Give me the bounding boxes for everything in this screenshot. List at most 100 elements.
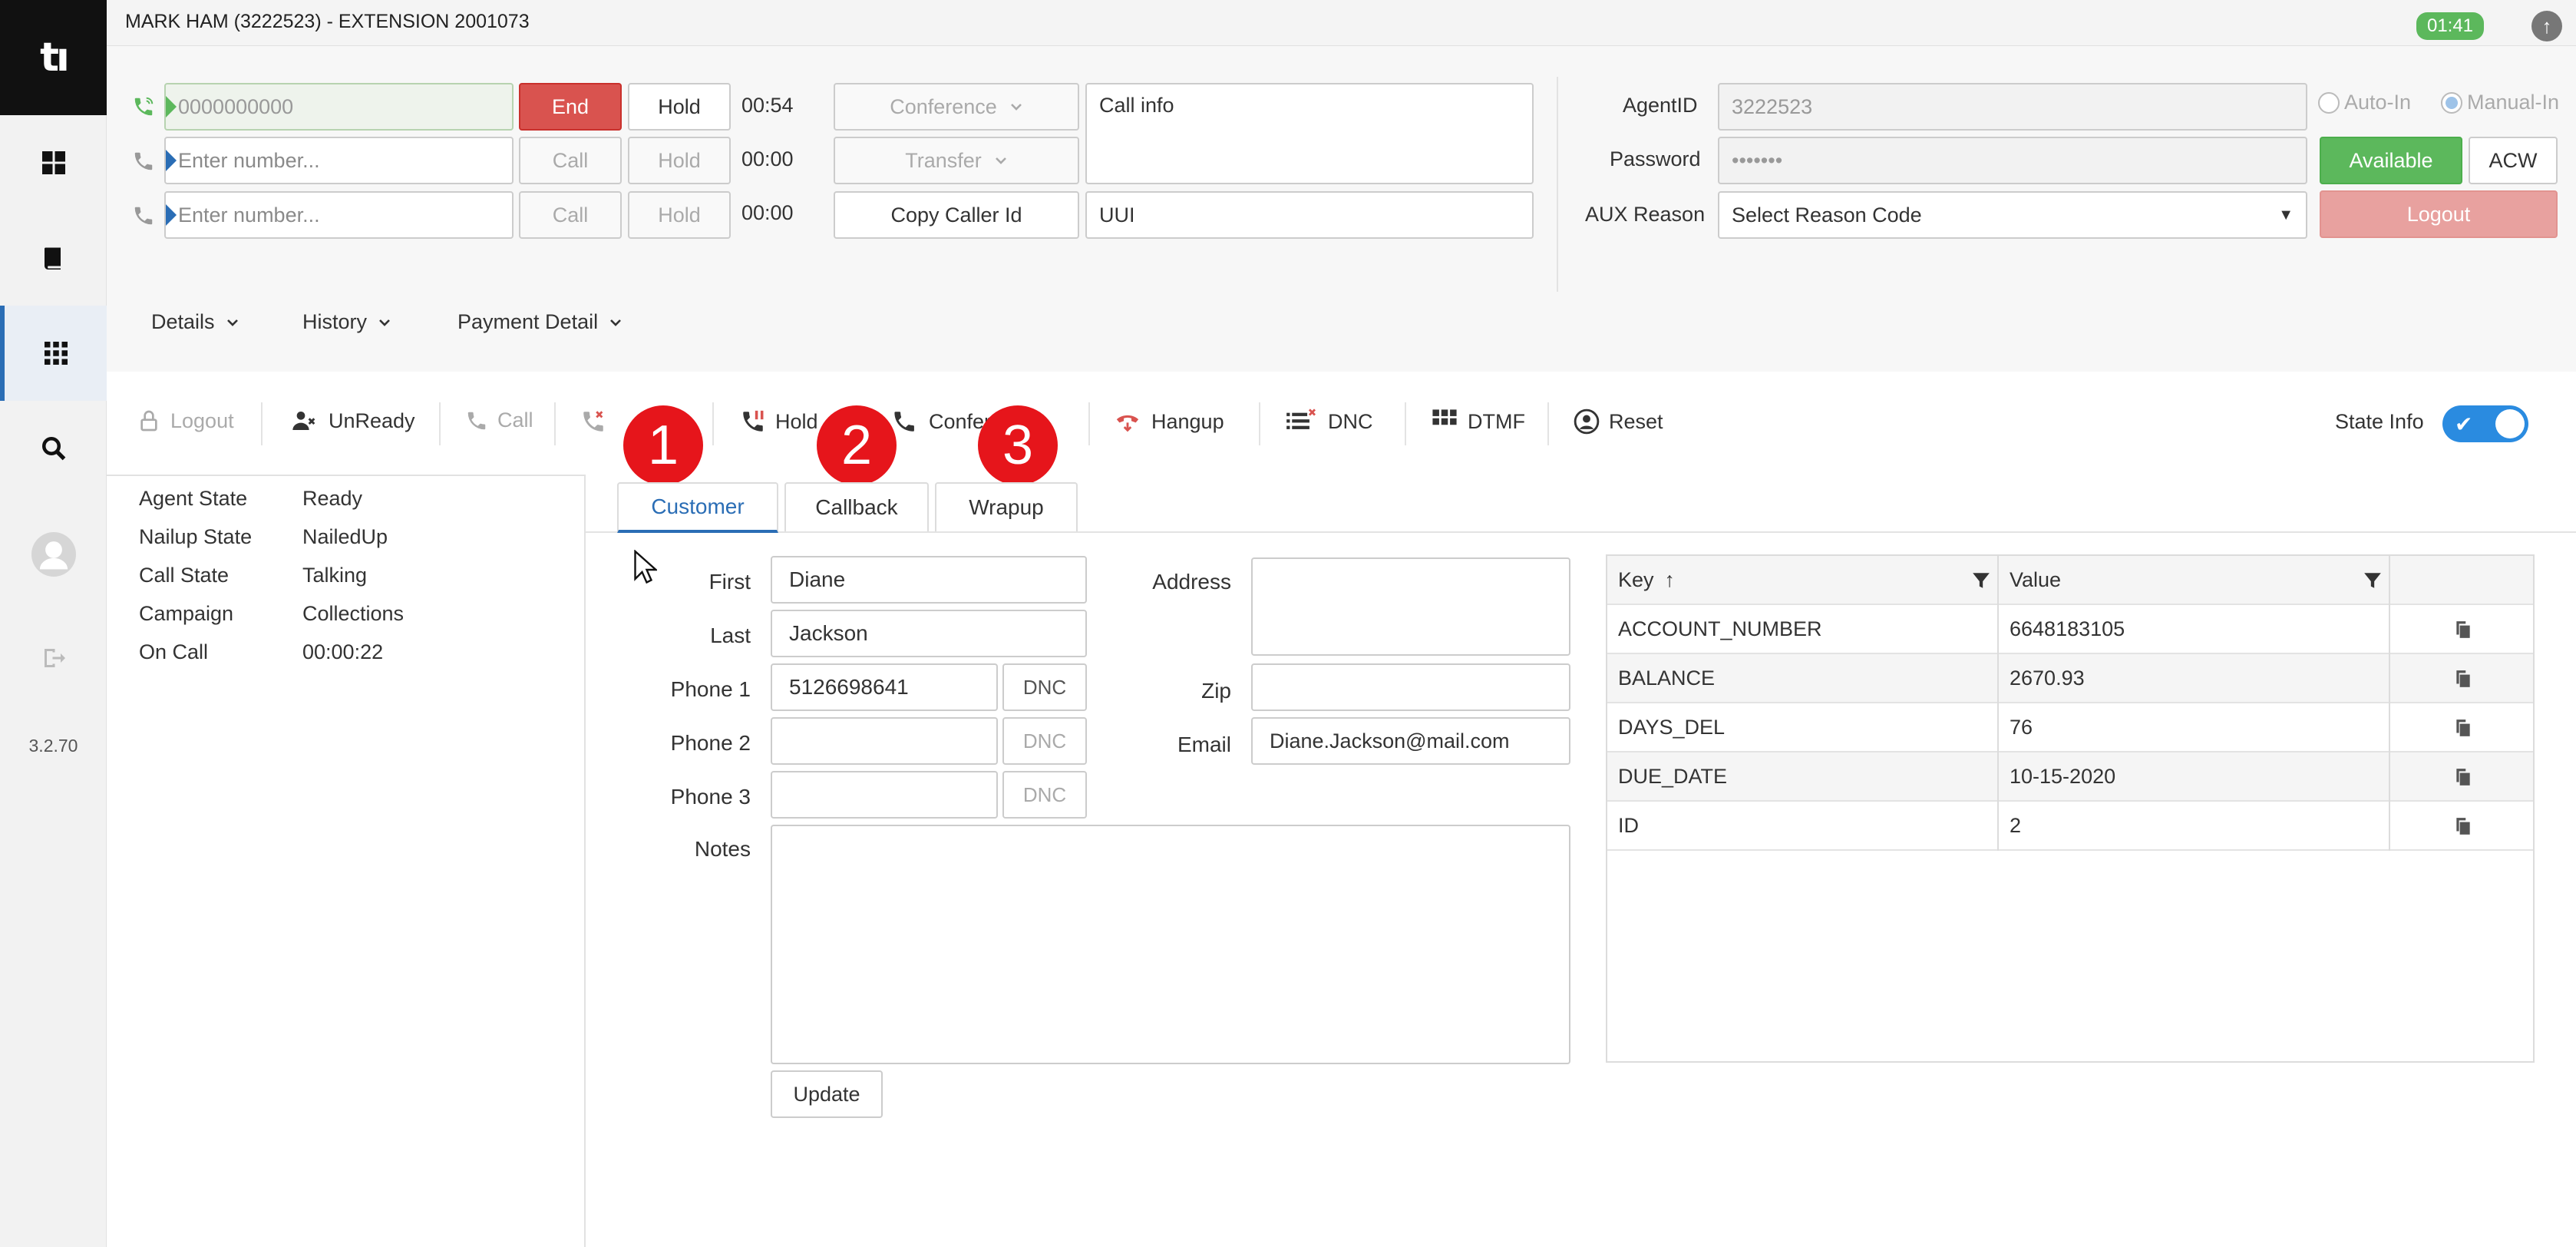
toolbar-call-label: Call <box>497 408 533 432</box>
hangup-label: Hangup <box>1151 409 1224 433</box>
book-icon <box>44 247 61 270</box>
line1-timer: 00:54 <box>741 94 794 117</box>
table-row: BALANCE 2670.93 <box>1607 654 2533 703</box>
conference-dropdown[interactable]: Conference <box>834 83 1079 131</box>
row-key: ID <box>1618 813 1639 837</box>
password-input[interactable]: ••••••• <box>1718 137 2307 184</box>
tab-callback[interactable]: Callback <box>784 482 929 531</box>
line3-call-button[interactable]: Call <box>519 191 622 239</box>
last-name-input[interactable]: Jackson <box>771 610 1087 657</box>
zip-input[interactable] <box>1251 663 1570 711</box>
sort-asc-icon: ↑ <box>1664 567 1676 591</box>
hangup-button[interactable]: Hangup <box>1113 408 1224 435</box>
phone2-input[interactable] <box>771 717 998 765</box>
unready-button[interactable]: UnReady <box>289 408 415 433</box>
acw-button[interactable]: ACW <box>2469 137 2558 184</box>
update-button[interactable]: Update <box>771 1070 883 1118</box>
copy-icon[interactable] <box>2453 717 2473 739</box>
phone-icon <box>134 152 153 170</box>
dnc-toolbar-button[interactable]: DNC <box>1285 408 1373 435</box>
transfer-dropdown[interactable]: Transfer <box>834 137 1079 184</box>
available-button[interactable]: Available <box>2320 137 2462 184</box>
chevron-down-icon <box>1010 104 1022 111</box>
sidebar-book[interactable] <box>0 210 107 306</box>
end-call-button[interactable]: End <box>519 83 622 131</box>
copy-icon[interactable] <box>2453 619 2473 640</box>
chevron-down-icon <box>610 319 622 326</box>
line1-number-input[interactable]: 0000000000 <box>164 83 514 131</box>
toolbar-hold-button[interactable]: Hold <box>740 408 818 435</box>
phone1-input[interactable]: 5126698641 <box>771 663 998 711</box>
line3-number-input[interactable]: Enter number... <box>164 191 514 239</box>
email-input[interactable]: Diane.Jackson@mail.com <box>1251 717 1570 765</box>
state-value-campaign: Collections <box>302 602 405 625</box>
phone1-dnc-button[interactable]: DNC <box>1002 663 1087 711</box>
step-badge-1: 1 <box>623 405 703 485</box>
phone-x-icon <box>583 411 603 432</box>
line2-call-button[interactable]: Call <box>519 137 622 184</box>
chevron-down-icon <box>226 319 238 326</box>
uui-input[interactable]: UUI <box>1085 191 1534 239</box>
table-row: ACCOUNT_NUMBER 6648183105 <box>1607 605 2533 654</box>
chevron-down-icon <box>995 157 1006 164</box>
row-value: 6648183105 <box>2010 617 2125 640</box>
phone3-input[interactable] <box>771 771 998 819</box>
line3-hold-button[interactable]: Hold <box>628 191 731 239</box>
toolbar-logout-button[interactable]: Logout <box>137 408 234 433</box>
line1-hold-button[interactable]: Hold <box>628 83 731 131</box>
dtmf-button[interactable]: DTMF <box>1431 408 1525 435</box>
manual-in-radio[interactable]: Manual-In <box>2441 91 2559 114</box>
phone2-label: Phone 2 <box>670 731 751 755</box>
toolbar-separator <box>439 402 441 445</box>
row-key: DUE_DATE <box>1618 764 1728 788</box>
line2-hold-button[interactable]: Hold <box>628 137 731 184</box>
sidebar-apps[interactable] <box>0 306 107 401</box>
last-label: Last <box>710 624 751 647</box>
history-menu[interactable]: History <box>302 310 391 334</box>
details-menu[interactable]: Details <box>151 310 239 334</box>
line2-number-input[interactable]: Enter number... <box>164 137 514 184</box>
auto-in-radio[interactable]: Auto-In <box>2318 91 2411 114</box>
value-column-header[interactable]: Value <box>1999 556 2389 604</box>
table-row: DUE_DATE 10-15-2020 <box>1607 752 2533 802</box>
copy-icon[interactable] <box>2453 815 2473 837</box>
apps-grid-icon <box>44 342 68 365</box>
toolbar-call-button[interactable]: Call <box>465 408 533 432</box>
collapse-up-icon[interactable]: ↑ <box>2531 11 2562 41</box>
address-textarea[interactable] <box>1251 557 1570 656</box>
sidebar-profile[interactable] <box>0 507 107 602</box>
first-name-input[interactable]: Diane <box>771 556 1087 604</box>
filter-icon[interactable] <box>1971 570 1991 591</box>
filter-icon[interactable] <box>2363 570 2383 591</box>
table-row: DAYS_DEL 76 <box>1607 703 2533 752</box>
copy-icon[interactable] <box>2453 766 2473 788</box>
key-column-header[interactable]: Key ↑ <box>1607 556 1997 604</box>
phone2-dnc-button[interactable]: DNC <box>1002 717 1087 765</box>
reset-button[interactable]: Reset <box>1574 408 1663 435</box>
tab-wrapup[interactable]: Wrapup <box>935 482 1078 531</box>
state-value-on-call: 00:00:22 <box>302 640 384 663</box>
tab-customer[interactable]: Customer <box>617 482 778 533</box>
agent-logout-button[interactable]: Logout <box>2320 190 2558 238</box>
sidebar-search[interactable] <box>0 401 107 496</box>
toggle-knob <box>2495 409 2525 438</box>
zip-label: Zip <box>1201 679 1231 703</box>
payment-detail-menu[interactable]: Payment Detail <box>457 310 623 334</box>
phone3-dnc-button[interactable]: DNC <box>1002 771 1087 819</box>
notes-textarea[interactable] <box>771 825 1570 1064</box>
column-divider <box>2389 556 2390 851</box>
agent-id-input[interactable]: 3222523 <box>1718 83 2307 131</box>
line2-marker <box>166 150 177 171</box>
copy-icon[interactable] <box>2453 668 2473 690</box>
app-logo: tı <box>0 0 107 115</box>
call-info-textarea[interactable]: Call info <box>1085 83 1534 184</box>
aux-reason-select[interactable]: Select Reason Code ▼ <box>1718 191 2307 239</box>
sidebar-signout[interactable] <box>0 610 107 706</box>
state-info-toggle[interactable]: ✔ <box>2442 405 2528 442</box>
auto-in-label: Auto-In <box>2344 91 2412 114</box>
sidebar-dashboard[interactable] <box>0 115 107 210</box>
toolbar-separator <box>1259 402 1260 445</box>
table-row: ID 2 <box>1607 802 2533 851</box>
copy-caller-id-button[interactable]: Copy Caller Id <box>834 191 1079 239</box>
session-timer: 01:41 <box>2416 12 2484 40</box>
